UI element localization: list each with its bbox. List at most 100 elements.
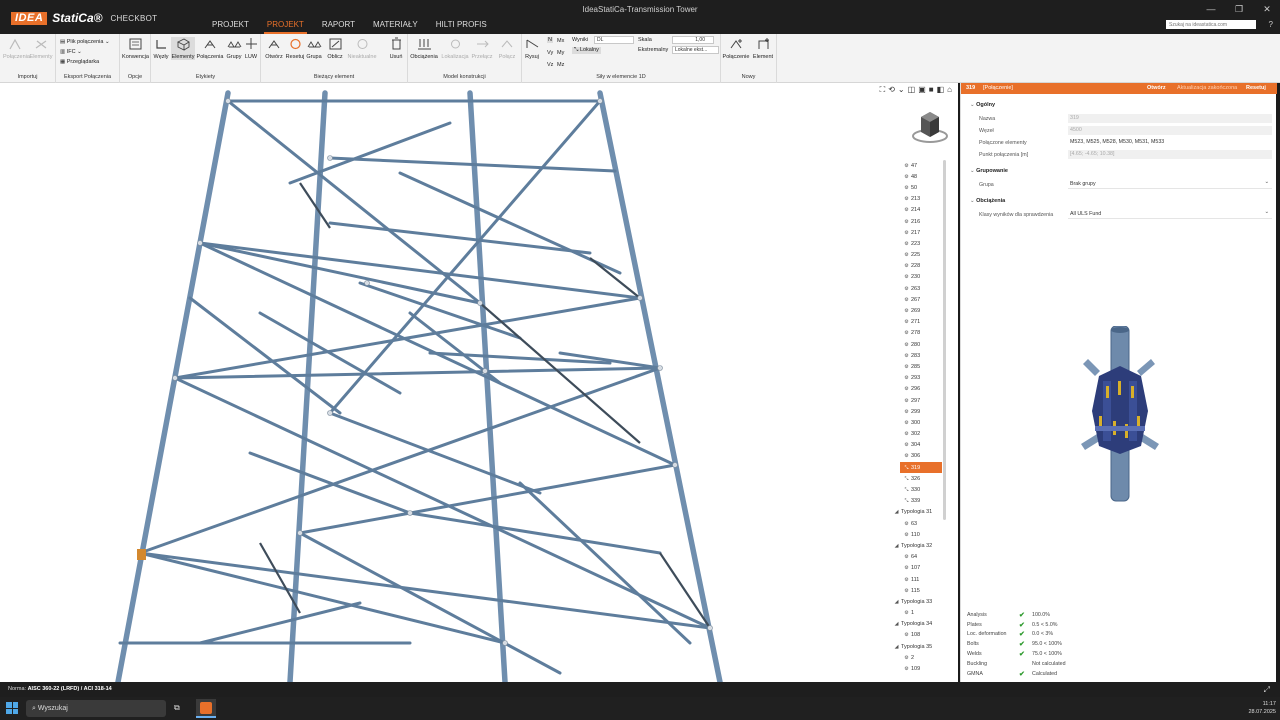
force-n[interactable]: N: [547, 37, 553, 43]
maximize-icon[interactable]: ❐: [1232, 4, 1246, 15]
force-vz[interactable]: Vz: [547, 62, 553, 68]
force-my[interactable]: My: [557, 50, 564, 56]
label-nodes-button[interactable]: Węzły: [152, 37, 170, 60]
taskbar-clock[interactable]: 11:17 28.07.2025: [1248, 700, 1276, 716]
tree-item[interactable]: ⚙ 48: [894, 171, 946, 182]
calculate-button[interactable]: Oblicz: [324, 37, 346, 60]
transmission-tower-model[interactable]: [0, 83, 958, 682]
tree-item[interactable]: ⚙ 213: [894, 194, 946, 205]
delete-button[interactable]: Usuń: [387, 37, 405, 60]
label-groups-button[interactable]: Grupy: [225, 37, 243, 60]
draw-button[interactable]: Rysuj: [523, 37, 541, 60]
tree-item[interactable]: ⚙ 283: [894, 350, 946, 361]
tree-item[interactable]: ⚙ 214: [894, 205, 946, 216]
tree-item[interactable]: ⤡ 319: [900, 462, 942, 474]
tree-item[interactable]: ⚙ 1: [894, 608, 946, 619]
menu-projekt-home[interactable]: PROJEKT: [203, 19, 258, 34]
ekstremalny-select[interactable]: Lokalne ekst...: [672, 46, 719, 54]
tree-item[interactable]: ⚙ 110: [894, 529, 946, 540]
tree-group[interactable]: ◢ Typologia 32: [894, 540, 946, 551]
menu-materialy[interactable]: MATERIAŁY: [364, 19, 427, 34]
tree-item[interactable]: ⚙ 223: [894, 238, 946, 249]
menu-raport[interactable]: RAPORT: [313, 19, 364, 34]
grupa-select[interactable]: Brak grupy: [1068, 178, 1272, 189]
cube-wire-icon[interactable]: ◧: [937, 85, 945, 95]
reset-button[interactable]: Resetuj: [285, 37, 305, 60]
tree-item[interactable]: ⚙ 302: [894, 429, 946, 440]
export-browser[interactable]: ▦ Przeglądarka: [60, 59, 99, 65]
export-ifc[interactable]: ▥ IFC ⌄: [60, 49, 82, 55]
punkt-field[interactable]: [4.65; -4.65; 10.38]: [1068, 150, 1272, 159]
new-element-button[interactable]: Element: [752, 37, 774, 60]
connection-3d-preview[interactable]: [1073, 326, 1163, 506]
tree-item[interactable]: ⚙ 107: [894, 563, 946, 574]
tree-group[interactable]: ◢ Typologia 31: [894, 507, 946, 518]
tree-item[interactable]: ⚙ 109: [894, 663, 946, 674]
cube-view-icon[interactable]: ◫: [908, 85, 916, 95]
tree-item[interactable]: ⚙ 115: [894, 585, 946, 596]
section-grupowanie[interactable]: Grupowanie: [970, 168, 1008, 174]
model-viewport[interactable]: ⛶ ⟲ ⌄ ◫ ▣ ■ ◧ ⌂: [0, 83, 958, 682]
open-button[interactable]: Otwórz: [263, 37, 285, 60]
section-obciazenia[interactable]: Obciążenia: [970, 198, 1005, 204]
minimize-icon[interactable]: —: [1204, 4, 1218, 15]
tree-item[interactable]: ⚙ 63: [894, 518, 946, 529]
tree-item[interactable]: ⚙ 300: [894, 417, 946, 428]
tree-item[interactable]: ⤡ 326: [894, 473, 946, 484]
nazwa-field[interactable]: 319: [1068, 114, 1272, 123]
tree-item[interactable]: ⚙ 293: [894, 373, 946, 384]
new-connection-button[interactable]: Połączenie: [722, 37, 750, 60]
tree-group[interactable]: ◢ Typologia 34: [894, 619, 946, 630]
tree-item[interactable]: ⚙ 2: [894, 652, 946, 663]
windows-start-icon[interactable]: [6, 702, 18, 714]
view-dropdown-icon[interactable]: ⌄: [898, 85, 905, 95]
export-connection-file[interactable]: ▤ Plik połączenia ⌄: [60, 39, 110, 45]
tree-item[interactable]: ⚙ 225: [894, 250, 946, 261]
tree-item[interactable]: ⚙ 267: [894, 294, 946, 305]
outdated-button[interactable]: Nieaktualne: [347, 37, 377, 60]
tree-item[interactable]: ⚙ 304: [894, 440, 946, 451]
tree-item[interactable]: ⚙ 285: [894, 361, 946, 372]
import-elements-button[interactable]: Elementy: [29, 37, 53, 60]
wyniki-select[interactable]: DL: [594, 36, 634, 44]
lokalny-toggle[interactable]: ⤡ Lokalny: [572, 47, 601, 54]
tree-item[interactable]: ⚙ 263: [894, 283, 946, 294]
group-button[interactable]: Grupa: [305, 37, 323, 60]
tree-item[interactable]: ⚙ 111: [894, 574, 946, 585]
switch-button[interactable]: Przełącz: [470, 37, 494, 60]
force-mz[interactable]: Mz: [557, 62, 564, 68]
close-icon[interactable]: ✕: [1260, 4, 1274, 15]
taskbar-app-ideastatica[interactable]: [196, 699, 216, 718]
localization-button[interactable]: Lokalizacja: [441, 37, 469, 60]
menu-hilti-profis[interactable]: HILTI PROFIS: [427, 19, 496, 34]
tree-item[interactable]: ⚙ 296: [894, 384, 946, 395]
home-icon[interactable]: ⌂: [947, 85, 952, 95]
tree-item[interactable]: ⚙ 108: [894, 630, 946, 641]
tree-item[interactable]: ⚙ 280: [894, 339, 946, 350]
panel-reset-button[interactable]: Resetuj: [1246, 83, 1266, 94]
tree-item[interactable]: ⤡ 339: [894, 496, 946, 507]
tree-item[interactable]: ⚙ 269: [894, 305, 946, 316]
fit-view-icon[interactable]: ⛶: [880, 85, 886, 95]
rotate-icon[interactable]: ⟲: [888, 85, 895, 95]
task-view-icon[interactable]: ⧉: [174, 703, 180, 713]
label-elements-button[interactable]: Elementy: [171, 37, 195, 60]
help-icon[interactable]: ?: [1269, 20, 1273, 29]
tree-item[interactable]: ⚙ 216: [894, 216, 946, 227]
force-mx[interactable]: Mx: [557, 38, 564, 44]
skala-input[interactable]: 1,00: [672, 36, 714, 44]
polaczone-field[interactable]: M523, M525, M528, M530, M531, M533: [1068, 138, 1272, 147]
import-connections-button[interactable]: Połączenia: [3, 37, 30, 60]
navigation-cube-icon[interactable]: [911, 108, 949, 146]
tree-item[interactable]: ⚙ 230: [894, 272, 946, 283]
tree-group[interactable]: ◢ Typologia 35: [894, 641, 946, 652]
expand-icon[interactable]: ⤢: [1264, 682, 1270, 697]
join-button[interactable]: Połącz: [495, 37, 519, 60]
web-search-input[interactable]: [1166, 20, 1256, 29]
menu-projekt[interactable]: PROJEKT: [258, 19, 313, 34]
convention-button[interactable]: Konwencja: [122, 37, 149, 60]
cube-side-icon[interactable]: ▣: [918, 85, 926, 95]
label-luw-button[interactable]: LUW: [243, 37, 259, 60]
tree-group[interactable]: ◢ Typologia 33: [894, 596, 946, 607]
highlighted-connection-marker[interactable]: [137, 549, 146, 560]
